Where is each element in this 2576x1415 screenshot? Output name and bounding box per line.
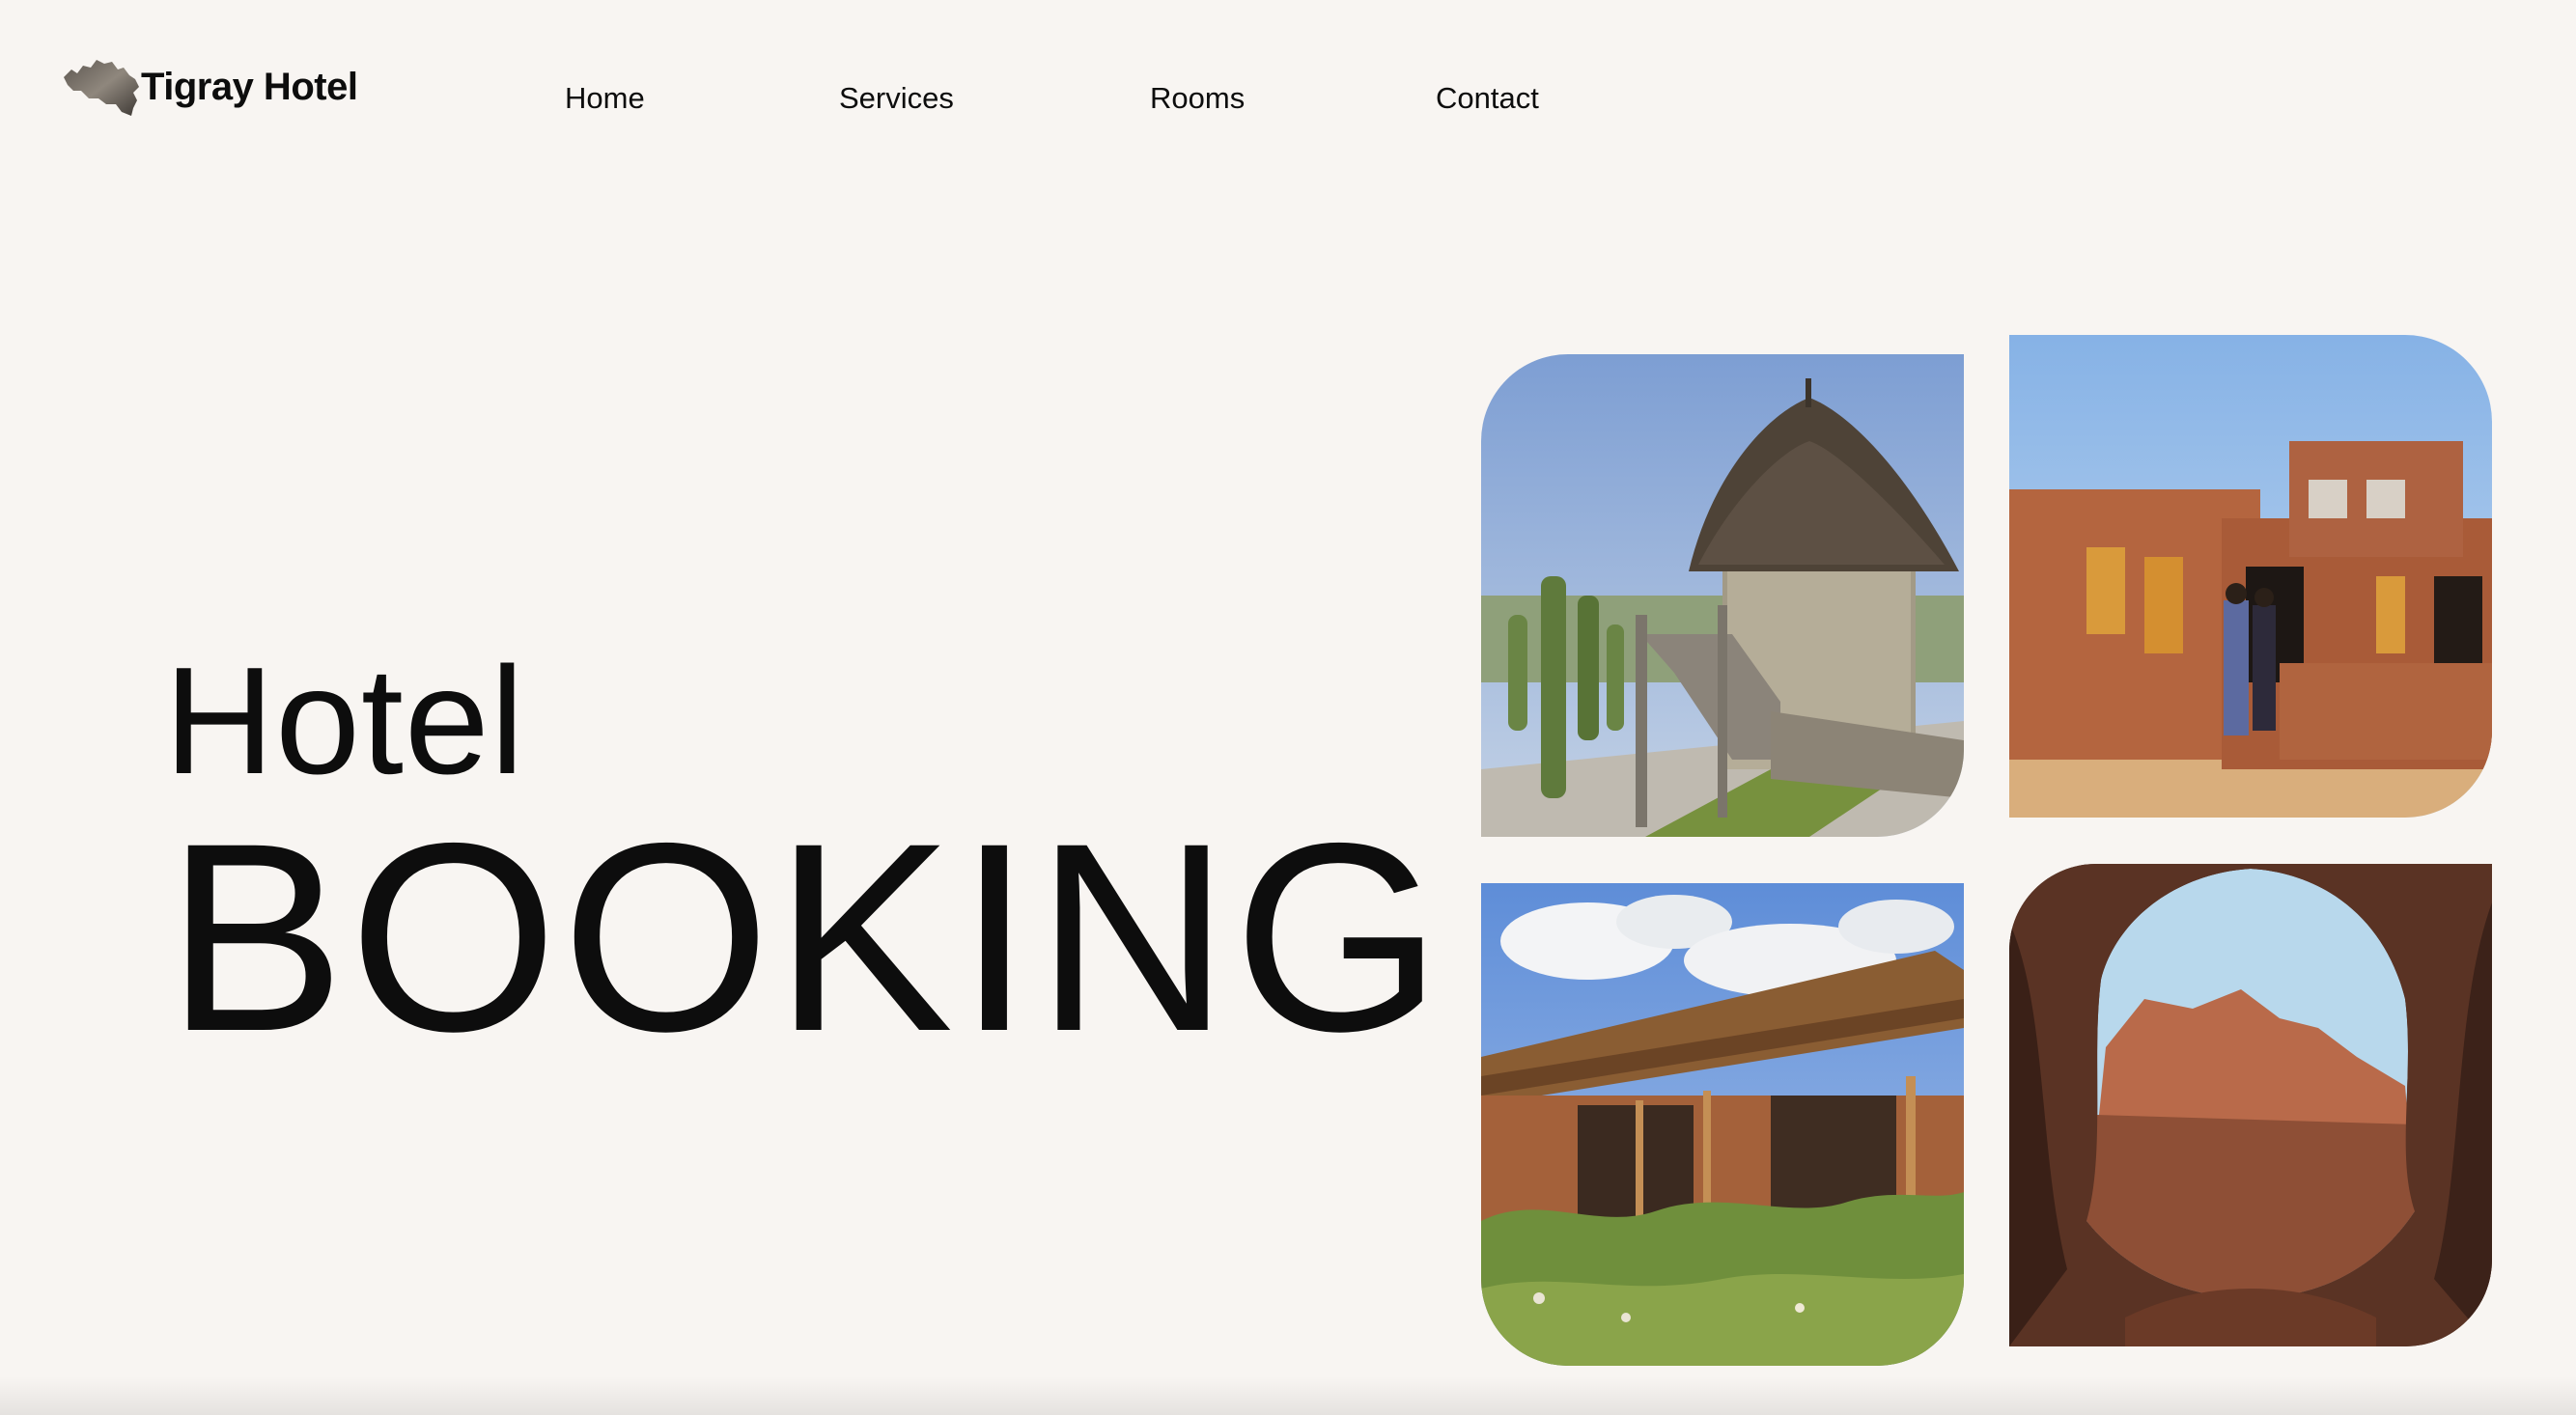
nav-services[interactable]: Services <box>839 77 954 120</box>
lodge-garden-photo <box>1481 883 1964 1366</box>
nav-contact[interactable]: Contact <box>1436 77 1539 120</box>
thatched-roundhouse-photo <box>1481 354 1964 837</box>
nav-home[interactable]: Home <box>565 77 645 120</box>
brand-logo-link[interactable]: Tigray Hotel <box>62 56 358 118</box>
gallery-image-rock-arch <box>2009 864 2492 1346</box>
gallery-image-roundhouse <box>1481 354 1964 837</box>
tigray-map-icon <box>64 60 139 116</box>
brand-name: Tigray Hotel <box>141 65 358 108</box>
nav-rooms[interactable]: Rooms <box>1150 77 1245 120</box>
bottom-shadow <box>0 1376 2576 1415</box>
hero-title-booking: BOOKING <box>166 787 1446 1087</box>
rock-arch-canyon-photo <box>2009 864 2492 1346</box>
stone-house-photo <box>2009 335 2492 818</box>
gallery-image-lodge <box>1481 883 1964 1366</box>
gallery-image-stone-house <box>2009 335 2492 818</box>
hero-title-hotel: Hotel <box>164 636 525 806</box>
